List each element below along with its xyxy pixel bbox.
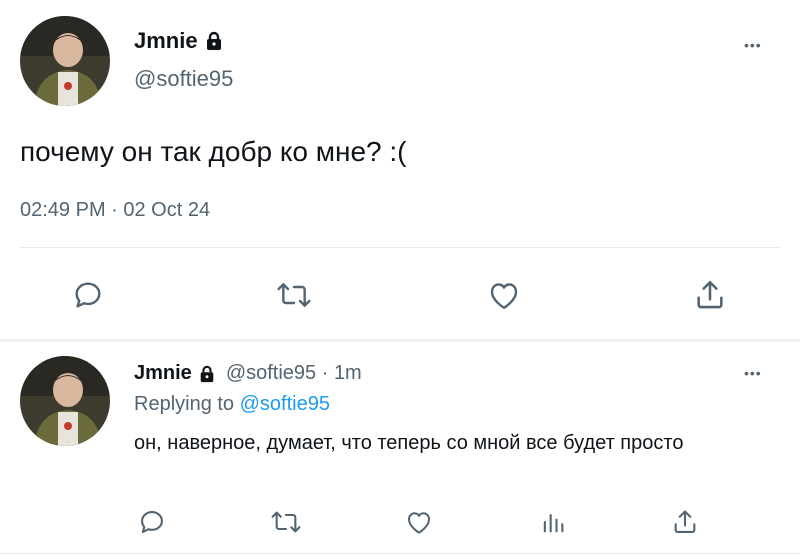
main-display-name-row: Jmnie (134, 28, 224, 54)
avatar-image (20, 16, 110, 106)
reply-icon (141, 511, 163, 533)
divider (20, 247, 780, 248)
analytics-button[interactable] (538, 506, 568, 538)
avatar-image (20, 356, 110, 446)
share-button[interactable] (692, 276, 728, 314)
share-icon (697, 280, 723, 309)
reply-reply-button[interactable] (136, 506, 168, 538)
replying-prefix: Replying to (134, 393, 235, 415)
reply-avatar[interactable] (20, 356, 110, 446)
main-avatar[interactable] (20, 16, 110, 106)
bottom-divider (0, 553, 800, 554)
timestamp[interactable]: 02:49 PM · 02 Oct 24 (20, 199, 210, 222)
reply-icon (75, 282, 101, 308)
analytics-icon (543, 513, 564, 533)
reply-header: Jmnie @softie95 · 1m (134, 362, 362, 385)
share-icon (674, 510, 696, 533)
replying-to: Replying to @softie95 (134, 393, 330, 416)
tweet-text: почему он так добр ко мне? :( (20, 136, 407, 167)
like-button[interactable] (484, 276, 524, 314)
replying-mention-link[interactable]: @softie95 (240, 393, 330, 415)
retweet-icon (277, 283, 311, 307)
like-icon (408, 512, 430, 534)
reply-retweet-button[interactable] (268, 506, 304, 538)
section-divider (0, 339, 800, 342)
reply-button[interactable] (70, 277, 106, 313)
retweet-icon (271, 511, 301, 533)
reply-more-options-icon[interactable]: ••• (744, 366, 762, 380)
reply-text: он, наверное, думает, что теперь со мной… (134, 432, 684, 454)
reply-handle-time[interactable]: @softie95 · 1m (226, 362, 362, 385)
more-options-icon[interactable]: ••• (744, 38, 762, 52)
reply-display-name[interactable]: Jmnie (134, 362, 192, 385)
main-display-name[interactable]: Jmnie (134, 28, 198, 54)
retweet-button[interactable] (274, 277, 314, 313)
main-handle[interactable]: @softie95 (134, 66, 233, 92)
reply-like-button[interactable] (402, 505, 436, 539)
reply-share-button[interactable] (670, 505, 700, 539)
lock-icon (204, 31, 224, 51)
lock-icon (198, 365, 216, 383)
like-icon (490, 283, 518, 309)
